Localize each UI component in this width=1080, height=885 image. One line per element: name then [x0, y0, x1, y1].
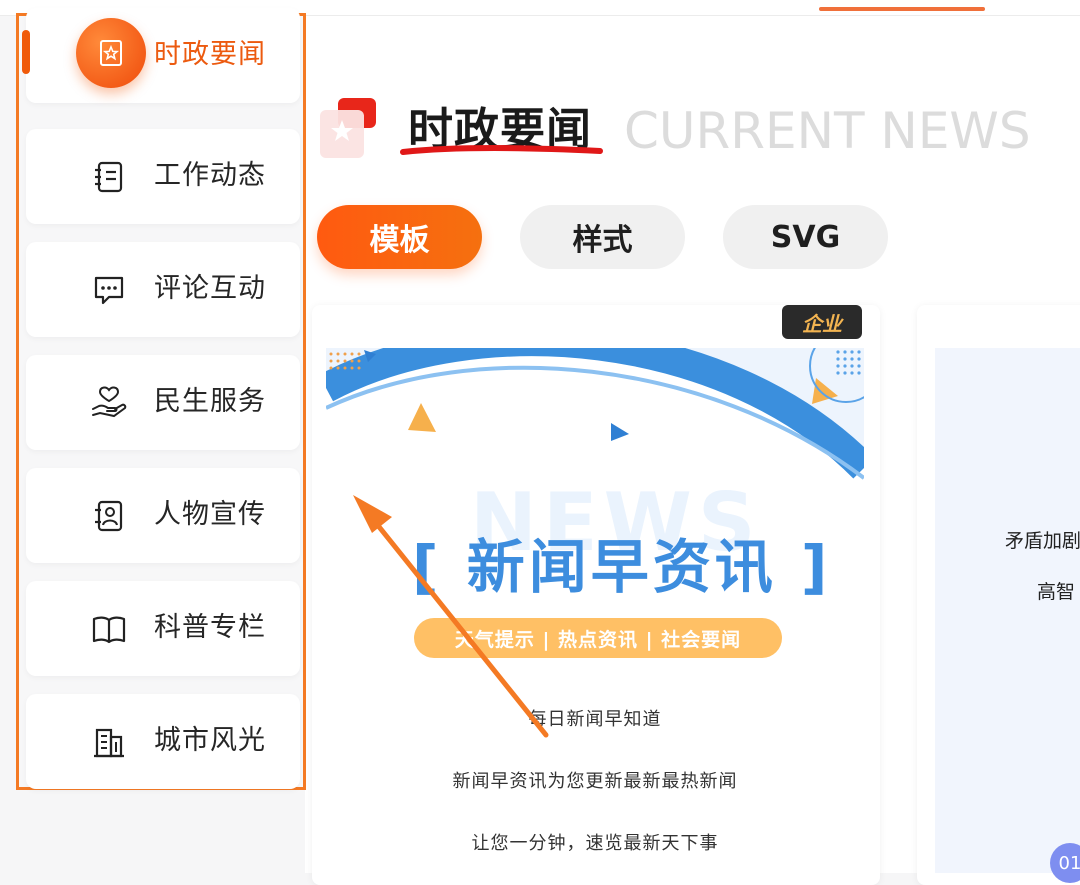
list-notes-icon — [90, 158, 128, 196]
poster-line: 新闻早资讯为您更新最新最热新闻 — [452, 771, 738, 792]
sidebar-item-people[interactable]: 人物宣传 — [26, 468, 300, 563]
sidebar-item-label: 评论互动 — [154, 273, 266, 304]
sidebar-item-comments[interactable]: 评论互动 — [26, 242, 300, 337]
card2-poster — [935, 348, 1080, 873]
page-subtitle: CURRENT NEWS — [624, 102, 1031, 160]
sidebar-item-label: 工作动态 — [154, 160, 266, 191]
sidebar-item-science[interactable]: 科普专栏 — [26, 581, 300, 676]
sidebar-item-label: 时政要闻 — [154, 39, 266, 70]
tab-template[interactable]: 模板 — [317, 205, 482, 269]
sidebar-item-city-scenery[interactable]: 城市风光 — [26, 694, 300, 789]
sidebar-item-current-news[interactable]: 时政要闻 — [22, 8, 300, 103]
active-tab-underline — [819, 7, 985, 11]
enterprise-badge: 企业 — [782, 305, 862, 339]
sidebar-item-label: 民生服务 — [154, 386, 266, 417]
card2-text: 高智 — [1037, 581, 1076, 603]
tab-svg[interactable]: SVG — [723, 205, 888, 269]
poster-title: [ 新闻早资讯 ] — [412, 533, 832, 601]
chat-bubble-icon — [90, 271, 128, 309]
title-underline — [400, 145, 603, 155]
tab-style[interactable]: 样式 — [520, 205, 685, 269]
news-star-icon — [320, 98, 376, 158]
poster-tagline: 天气提示 | 热点资讯 | 社会要闻 — [414, 618, 782, 658]
active-indicator — [22, 30, 30, 74]
sidebar-item-label: 人物宣传 — [154, 499, 266, 530]
sidebar-item-label: 城市风光 — [154, 725, 266, 756]
heart-hand-icon — [90, 384, 128, 422]
sidebar-item-label: 科普专栏 — [154, 612, 266, 643]
card2-text: 矛盾加剧 — [1005, 530, 1080, 552]
sidebar-item-public-service[interactable]: 民生服务 — [26, 355, 300, 450]
sidebar-item-work-updates[interactable]: 工作动态 — [26, 129, 300, 224]
star-badge-icon — [76, 18, 146, 88]
poster-line: 每日新闻早知道 — [528, 709, 662, 730]
poster-line: 让您一分钟，速览最新天下事 — [471, 833, 719, 854]
person-card-icon — [90, 497, 128, 535]
building-icon — [90, 723, 128, 761]
open-book-icon — [90, 610, 128, 648]
category-sidebar: 时政要闻 工作动态 评论互动 民生服务 人物宣传 科普专栏 城市风光 — [16, 8, 306, 790]
